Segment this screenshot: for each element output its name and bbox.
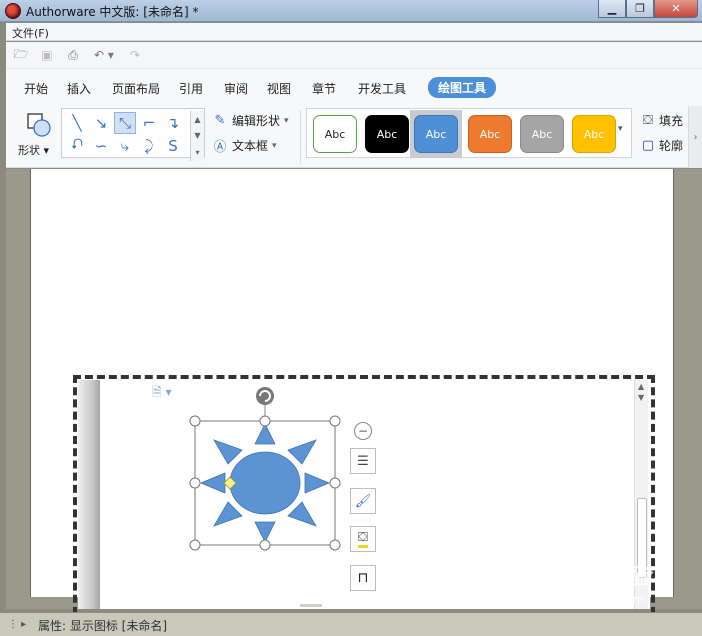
textbox-button[interactable]: Ⓐ 文本框 ▾ (212, 137, 277, 155)
edit-shape-icon: ✎ (214, 113, 226, 128)
textbox-icon: Ⓐ (213, 140, 227, 155)
outline-label: 轮廓 (659, 139, 684, 153)
window-title: Authorware 中文版: [未命名] * (26, 5, 199, 19)
textbox-label: 文本框 (232, 139, 269, 153)
window-controls: ▁ ❐ ✕ (598, 0, 698, 18)
sun-shape[interactable] (199, 423, 331, 543)
tab-developer[interactable]: 开发工具 (358, 80, 406, 97)
style-blue[interactable]: Abc (414, 115, 458, 153)
tab-review[interactable]: 审阅 (224, 80, 248, 97)
sun-shape-selection[interactable] (188, 384, 344, 554)
pane-splitter[interactable] (300, 604, 322, 607)
fill-bucket-icon: ⛋ (358, 530, 368, 548)
tab-page-layout[interactable]: 页面布局 (112, 80, 160, 97)
ribbon-panel: 形状 ▾ ╲ ↘ ⤡ ⌐ ↴ ⮏ ∽ ⤷ ⤸ S ▲ ▼ ▾ ✎ 编辑形状 ▾ … (6, 106, 702, 168)
curved-arrow-connector-icon[interactable]: ⤷ (114, 135, 136, 157)
text-wrap-icon: ☰ (357, 453, 369, 469)
expand-gallery-icon[interactable]: ▾ (195, 148, 199, 157)
tab-insert[interactable]: 插入 (67, 80, 91, 97)
arrow-line-shape-icon[interactable]: ↘ (90, 112, 112, 134)
tab-chapter[interactable]: 章节 (312, 80, 336, 97)
paintbrush-icon: 🖌 (354, 493, 372, 509)
authorware-logo-icon (5, 3, 21, 19)
style-black[interactable]: Abc (365, 115, 409, 153)
text-wrap-button[interactable]: ☰ (350, 448, 376, 474)
shape-fill-button[interactable]: ⛋ (350, 526, 376, 552)
tab-references[interactable]: 引用 (179, 80, 203, 97)
elbow-arrow-connector-icon[interactable]: ↴ (162, 112, 184, 134)
ribbon-tabs: 开始 插入 页面布局 引用 审阅 视图 章节 开发工具 绘图工具 (6, 68, 702, 106)
status-text: 属性: 显示图标 [未命名] (38, 619, 168, 633)
fill-bucket-icon: ⛋ (643, 113, 653, 128)
fill-button[interactable]: ⛋ 填充 (640, 112, 683, 129)
page-document-icon[interactable]: 🗎 ▾ (152, 383, 172, 404)
watermark-logo: Baidu经验 (536, 565, 651, 590)
line-shape-icon[interactable]: ╲ (66, 112, 88, 134)
expand-panel-icon[interactable]: ⋮ ▸ (8, 619, 30, 631)
edit-shape-label: 编辑形状 (232, 114, 281, 128)
line-shape-gallery: ╲ ↘ ⤡ ⌐ ↴ ⮏ ∽ ⤷ ⤸ S ▲ ▼ ▾ (61, 108, 205, 161)
frame-left-margin (78, 380, 100, 609)
outline-button[interactable]: ▢ 轮廓 (640, 137, 683, 154)
shape-styles-gallery: Abc Abc Abc Abc Abc Abc (306, 108, 632, 158)
s-curve-icon[interactable]: S (162, 135, 184, 157)
rotate-handle-icon[interactable] (256, 387, 274, 405)
ribbon-separator (300, 110, 301, 164)
double-arrow-shape-icon[interactable]: ⤡ (114, 112, 136, 134)
restore-button[interactable]: ❐ (626, 0, 654, 18)
close-button[interactable]: ✕ (654, 0, 698, 18)
shape-label: 形状 ▾ (18, 144, 50, 157)
styles-more-icon[interactable]: ▾ (618, 124, 623, 134)
menu-bar: 文件(F) (6, 23, 702, 41)
tab-home[interactable]: 开始 (24, 80, 48, 97)
undo-icon[interactable]: ↶ ▾ (90, 47, 118, 63)
scroll-down-icon[interactable]: ▼ (638, 393, 644, 402)
minimize-button[interactable]: ▁ (598, 0, 626, 18)
print-icon[interactable]: ⎙ (64, 47, 82, 63)
quick-access-toolbar: 🗁 ▣ ⎙ ↶ ▾ ↷ (6, 42, 702, 68)
shapes-icon (27, 113, 51, 137)
curved-connector-icon[interactable]: ∽ (90, 135, 112, 157)
elbow-double-arrow-icon[interactable]: ⮏ (66, 135, 88, 157)
style-orange[interactable]: Abc (468, 115, 512, 153)
style-gold[interactable]: Abc (572, 115, 616, 153)
style-gray[interactable]: Abc (520, 115, 564, 153)
status-bar: ⋮ ▸ 属性: 显示图标 [未命名] (0, 612, 702, 636)
shape-outline-button[interactable]: ⊓ (350, 565, 376, 591)
watermark: Baidu经验 jingyan.baidu.com (536, 555, 686, 615)
curved-double-arrow-icon[interactable]: ⤸ (138, 135, 160, 157)
save-icon[interactable]: ▣ (38, 47, 56, 63)
scroll-up-icon[interactable]: ▲ (638, 382, 644, 391)
outline-icon: ▢ (641, 138, 655, 153)
tab-view[interactable]: 视图 (267, 80, 291, 97)
scroll-down-icon[interactable]: ▼ (194, 131, 200, 140)
style-white[interactable]: Abc (313, 115, 357, 153)
edit-shape-button[interactable]: ✎ 编辑形状 ▾ (212, 112, 289, 129)
menu-file[interactable]: 文件(F) (12, 25, 49, 41)
gallery-scroller[interactable]: ▲ ▼ ▾ (190, 111, 204, 161)
outline-icon: ⊓ (357, 570, 369, 586)
scroll-up-icon[interactable]: ▲ (194, 115, 200, 124)
elbow-connector-icon[interactable]: ⌐ (138, 112, 160, 134)
chevron-down-icon: ▾ (284, 115, 289, 126)
shape-dropdown-button[interactable]: 形状 ▾ (18, 110, 58, 162)
open-icon[interactable]: 🗁 (12, 47, 30, 63)
collapse-toolbar-button[interactable]: − (354, 422, 372, 440)
fill-label: 填充 (659, 114, 684, 128)
shape-style-button[interactable]: 🖌 (350, 488, 376, 514)
chevron-down-icon: ▾ (272, 140, 277, 151)
watermark-url: jingyan.baidu.com (542, 593, 644, 606)
ribbon-scroll-right-icon[interactable]: › (688, 106, 702, 168)
tab-drawing-tools[interactable]: 绘图工具 (428, 77, 497, 98)
title-bar: Authorware 中文版: [未命名] * ▁ ❐ ✕ (0, 0, 702, 22)
redo-icon[interactable]: ↷ (126, 47, 144, 63)
